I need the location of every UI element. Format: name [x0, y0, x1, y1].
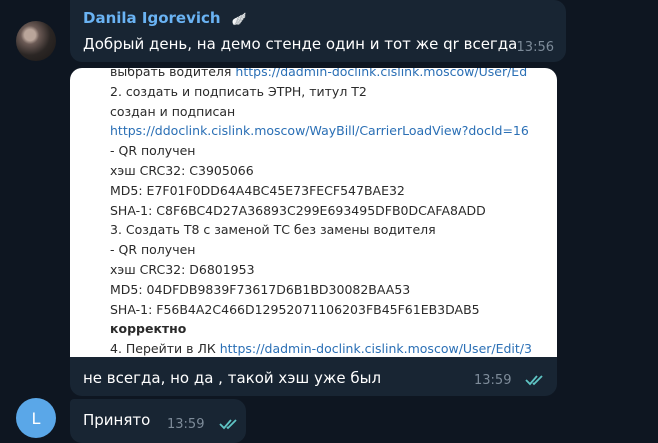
screenshot-line-text: 3. Создать Т8 с заменой ТС без замены во… — [110, 222, 436, 238]
screenshot-line-text: - QR получен — [110, 143, 196, 159]
screenshot-line: 4. Перейти в ЛК https://dadmin-doclink.c… — [110, 339, 532, 357]
screenshot-line: 3. Создать Т8 с заменой ТС без замены во… — [110, 220, 436, 240]
screenshot-line-text: SHA-1: C8F6BC4D27A36893C299E693495DFB0DC… — [110, 202, 486, 218]
screenshot-line-text: создан и подписан — [110, 103, 236, 119]
screenshot-line-text: выбрать водителя — [110, 68, 236, 79]
screenshot-link: https://dadmin-doclink.cislink.moscow/Us… — [219, 341, 532, 357]
double-check-icon — [219, 419, 237, 430]
screenshot-line: - QR получен — [110, 240, 195, 260]
screenshot-link: https://ddoclink.cislink.moscow/WayBill/… — [110, 123, 529, 139]
screenshot-line-text: хэш CRC32: D6801953 — [110, 262, 255, 277]
message-text: не всегда, но да , такой хэш уже был — [83, 369, 382, 387]
screenshot-line: хэш CRC32: C3905066 — [110, 161, 254, 181]
sender-badge: 🪽 — [231, 12, 247, 26]
screenshot-line-text: - QR получен — [110, 242, 196, 258]
message-text: Принято — [83, 411, 151, 429]
screenshot-line: создан и подписан — [110, 102, 235, 122]
message-time: 13:59 — [167, 417, 205, 432]
message-bubble: Danila Igorevich 🪽 Добрый день, на демо … — [70, 0, 566, 62]
screenshot-link: https://dadmin-doclink.cislink.moscow/Us… — [235, 68, 528, 79]
double-check-icon — [525, 375, 543, 386]
screenshot-line: SHA-1: C8F6BC4D27A36893C299E693495DFB0DC… — [110, 201, 486, 221]
message-time: 13:59 — [474, 373, 512, 388]
screenshot-line: MD5: E7F01F0DD64A4BC45E73FECF547BAE32 — [110, 181, 405, 201]
attached-screenshot[interactable]: выбрать водителя https://dadmin-doclink.… — [70, 68, 557, 357]
screenshot-line: хэш CRC32: D6801953 — [110, 260, 255, 280]
sender-name[interactable]: Danila Igorevich 🪽 — [83, 9, 247, 27]
screenshot-line-text: корректно — [110, 321, 187, 337]
screenshot-line-text: 4. Перейти в ЛК — [110, 341, 220, 357]
message-text: Добрый день, на демо стенде один и тот ж… — [83, 35, 518, 53]
screenshot-line: выбрать водителя https://dadmin-doclink.… — [110, 68, 527, 82]
screenshot-line-text: хэш CRC32: C3905066 — [110, 163, 254, 178]
sender-name-text[interactable]: Danila Igorevich — [83, 9, 221, 27]
message-time: 13:56 — [516, 40, 554, 55]
screenshot-line-text: MD5: E7F01F0DD64A4BC45E73FECF547BAE32 — [110, 182, 405, 198]
screenshot-line: https://ddoclink.cislink.moscow/WayBill/… — [110, 121, 529, 141]
message-bubble-with-image: выбрать водителя https://dadmin-doclink.… — [70, 68, 557, 396]
screenshot-line-text: SHA-1: F56B4A2C466D12952071106203FB45F61… — [110, 301, 480, 317]
screenshot-line: SHA-1: F56B4A2C466D12952071106203FB45F61… — [110, 300, 480, 320]
screenshot-line: корректно — [110, 319, 186, 339]
screenshot-line-text: MD5: 04DFDB9839F73617D6B1BD30082BAA53 — [110, 281, 411, 297]
screenshot-line: - QR получен — [110, 141, 195, 161]
message-bubble: Принято 13:59 — [70, 399, 246, 443]
sender-avatar[interactable] — [16, 21, 56, 61]
screenshot-line: 2. создать и подписать ЭТРН, титул Т2 — [110, 82, 367, 102]
user-avatar[interactable]: L — [16, 398, 56, 438]
screenshot-line: MD5: 04DFDB9839F73617D6B1BD30082BAA53 — [110, 280, 410, 300]
screenshot-line-text: 2. создать и подписать ЭТРН, титул Т2 — [110, 83, 367, 99]
avatar-letter: L — [31, 408, 41, 428]
